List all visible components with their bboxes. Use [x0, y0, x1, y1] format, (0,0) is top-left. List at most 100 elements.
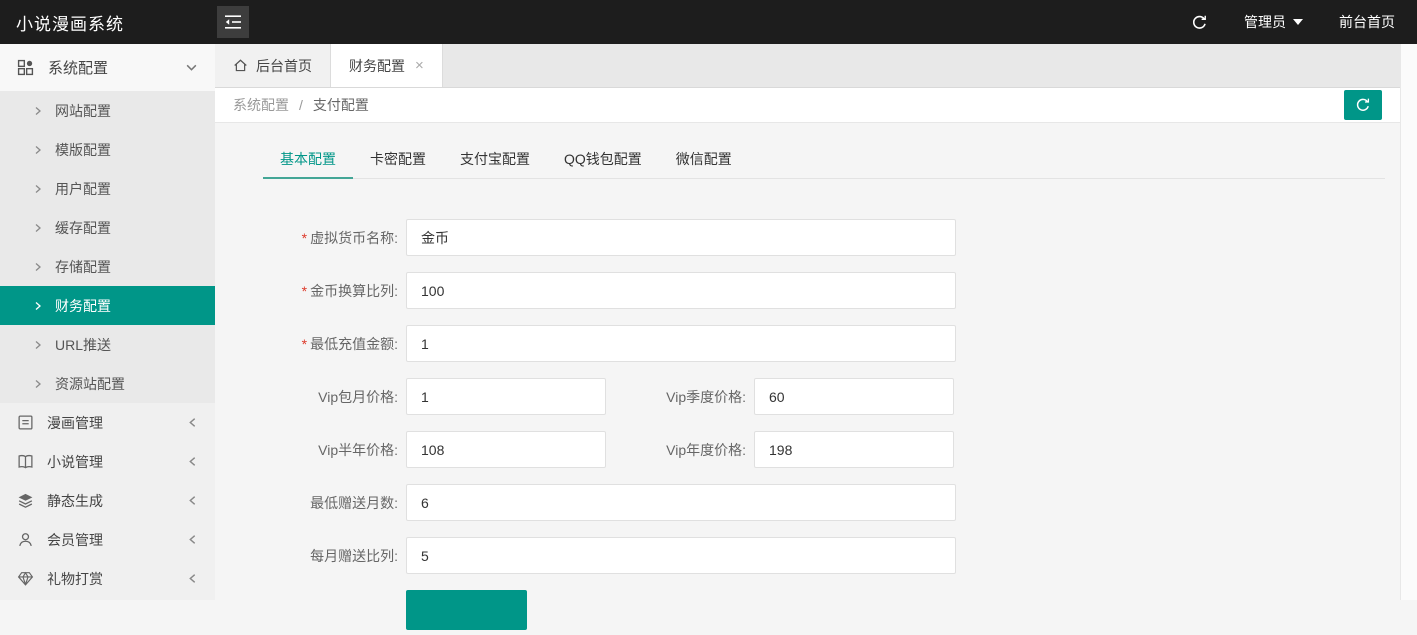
sidebar-item-cache-config[interactable]: 缓存配置 — [0, 208, 215, 247]
sidebar-item-user-config[interactable]: 用户配置 — [0, 169, 215, 208]
page-tabbar: 后台首页 财务配置 × — [215, 44, 1400, 88]
field-label: Vip半年价格: — [215, 440, 398, 460]
gem-icon — [17, 570, 34, 587]
exchange-rate-input[interactable] — [406, 272, 956, 309]
sidebar-item-static-generation[interactable]: 静态生成 — [0, 481, 215, 520]
required-asterisk: * — [302, 230, 307, 246]
form-row-currency-name: *虚拟货币名称: — [215, 219, 1400, 256]
tab-label: 后台首页 — [256, 56, 312, 76]
form-row-min-gift-months: 最低赠送月数: — [215, 484, 1400, 521]
sidebar-item-label: 存储配置 — [55, 257, 111, 277]
frontend-home-link[interactable]: 前台首页 — [1339, 12, 1395, 32]
tab-card-key-config[interactable]: 卡密配置 — [353, 142, 443, 178]
sidebar-item-label: 缓存配置 — [55, 218, 111, 238]
chevron-left-icon — [187, 495, 198, 506]
main-area: 后台首页 财务配置 × 系统配置 / 支付配置 基本配置 卡密配置 支付宝配置 … — [215, 44, 1400, 600]
field-label: 最低赠送月数: — [215, 493, 398, 513]
vip-monthly-price-input[interactable] — [406, 378, 606, 415]
chevron-right-icon — [33, 223, 43, 233]
vip-half-year-price-input[interactable] — [406, 431, 606, 468]
chevron-left-icon — [187, 573, 198, 584]
vip-yearly-price-input[interactable] — [754, 431, 954, 468]
sidebar-item-label: 漫画管理 — [47, 413, 103, 433]
monthly-gift-rate-input[interactable] — [406, 537, 956, 574]
submit-row — [215, 590, 1400, 635]
field-label: *最低充值金额: — [215, 334, 398, 354]
field-label-text: Vip年度价格: — [666, 442, 746, 458]
field-label-text: Vip包月价格: — [318, 389, 398, 405]
sidebar-item-label: 礼物打赏 — [47, 569, 103, 589]
home-icon — [233, 58, 248, 73]
sidebar: 系统配置 网站配置 模版配置 用户配置 缓存配置 存储配置 财务配置 — [0, 44, 215, 600]
sidebar-item-url-push[interactable]: URL推送 — [0, 325, 215, 364]
min-recharge-input[interactable] — [406, 325, 956, 362]
breadcrumb-section[interactable]: 系统配置 — [233, 95, 289, 115]
chevron-left-icon — [187, 534, 198, 545]
sidebar-item-label: 模版配置 — [55, 140, 111, 160]
sidebar-item-label: 网站配置 — [55, 101, 111, 121]
refresh-icon — [1355, 97, 1371, 113]
chevron-right-icon — [33, 262, 43, 272]
basic-config-form: *虚拟货币名称: * 金币换算比列: *最低充值金额: Vip包月价格: Vip季… — [215, 219, 1400, 635]
chevron-right-icon — [33, 379, 43, 389]
book-icon — [17, 453, 34, 470]
caret-down-icon — [1293, 19, 1303, 25]
chevron-left-icon — [187, 417, 198, 428]
sidebar-item-system-config[interactable]: 系统配置 — [0, 44, 215, 91]
vip-quarterly-price-input[interactable] — [754, 378, 954, 415]
breadcrumb-separator: / — [299, 97, 303, 113]
field-label-text: Vip季度价格: — [666, 389, 746, 405]
sidebar-item-finance-config[interactable]: 财务配置 — [0, 286, 215, 325]
admin-dropdown[interactable]: 管理员 — [1244, 12, 1303, 32]
field-label-text: 金币换算比列: — [310, 283, 398, 299]
chevron-right-icon — [33, 145, 43, 155]
sidebar-item-resource-site-config[interactable]: 资源站配置 — [0, 364, 215, 403]
config-tabs: 基本配置 卡密配置 支付宝配置 QQ钱包配置 微信配置 — [263, 142, 1385, 179]
refresh-icon[interactable] — [1191, 14, 1208, 31]
field-label: 每月赠送比列: — [215, 546, 398, 566]
field-label: Vip年度价格: — [606, 440, 746, 460]
currency-name-input[interactable] — [406, 219, 956, 256]
chevron-right-icon — [33, 106, 43, 116]
form-row-vip-half-year: Vip半年价格: Vip年度价格: — [215, 431, 1400, 468]
chevron-right-icon — [33, 184, 43, 194]
chevron-left-icon — [187, 456, 198, 467]
sidebar-item-website-config[interactable]: 网站配置 — [0, 91, 215, 130]
sidebar-item-gift-reward[interactable]: 礼物打赏 — [0, 559, 215, 598]
close-icon[interactable]: × — [415, 57, 424, 74]
chevron-right-icon — [33, 301, 43, 311]
min-gift-months-input[interactable] — [406, 484, 956, 521]
sidebar-item-member-management[interactable]: 会员管理 — [0, 520, 215, 559]
collapse-menu-icon — [224, 15, 242, 29]
submit-button[interactable] — [406, 590, 527, 630]
system-config-submenu: 网站配置 模版配置 用户配置 缓存配置 存储配置 财务配置 URL推送 资源站 — [0, 91, 215, 403]
sidebar-item-comic-management[interactable]: 漫画管理 — [0, 403, 215, 442]
tab-basic-config[interactable]: 基本配置 — [263, 142, 353, 178]
sidebar-collapse-button[interactable] — [217, 6, 249, 38]
field-label-text: Vip半年价格: — [318, 442, 398, 458]
tab-qq-wallet-config[interactable]: QQ钱包配置 — [547, 142, 659, 178]
tab-wechat-config[interactable]: 微信配置 — [659, 142, 749, 178]
field-label-text: 虚拟货币名称: — [310, 230, 398, 246]
layers-icon — [17, 492, 34, 509]
field-label: *虚拟货币名称: — [215, 228, 398, 248]
admin-label: 管理员 — [1244, 12, 1286, 32]
tab-label: 财务配置 — [349, 56, 405, 76]
form-row-monthly-gift-rate: 每月赠送比列: — [215, 537, 1400, 574]
tab-backend-home[interactable]: 后台首页 — [215, 44, 331, 87]
field-label-text: 最低充值金额: — [310, 336, 398, 352]
tab-alipay-config[interactable]: 支付宝配置 — [443, 142, 547, 178]
user-icon — [17, 531, 34, 548]
field-label: Vip包月价格: — [215, 387, 398, 407]
sidebar-item-label: 静态生成 — [47, 491, 103, 511]
panel-refresh-button[interactable] — [1344, 90, 1382, 120]
sidebar-item-storage-config[interactable]: 存储配置 — [0, 247, 215, 286]
comic-icon — [17, 414, 34, 431]
sidebar-item-novel-management[interactable]: 小说管理 — [0, 442, 215, 481]
sidebar-item-label: 资源站配置 — [55, 374, 125, 394]
tab-finance-config[interactable]: 财务配置 × — [331, 44, 443, 87]
sidebar-item-template-config[interactable]: 模版配置 — [0, 130, 215, 169]
sidebar-section-label: 系统配置 — [48, 57, 108, 78]
page-scrollbar[interactable] — [1400, 44, 1417, 600]
field-label: Vip季度价格: — [606, 387, 746, 407]
